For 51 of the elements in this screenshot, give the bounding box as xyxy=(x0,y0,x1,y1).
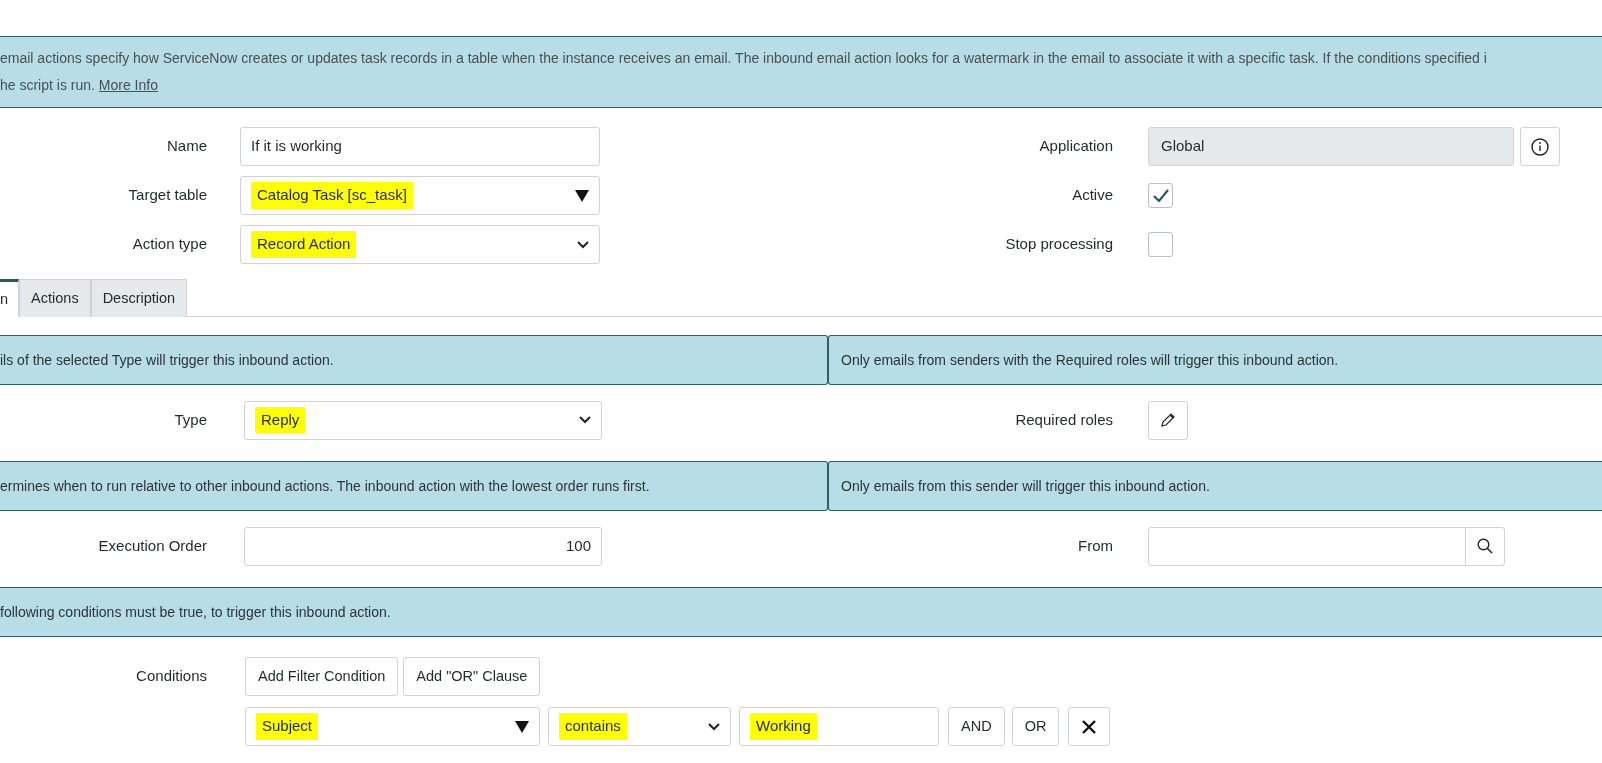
select-field[interactable]: Reply xyxy=(244,400,602,440)
field-select[interactable]: Subject xyxy=(245,707,540,746)
more-info-link[interactable]: More Info xyxy=(98,77,158,93)
info-message: ermines when to run relative to other inbound actions. The inbound action with the lowest order runs first. xyxy=(0,476,650,496)
banner-text: email actions specify how ServiceNow creates or updates task records in a table when the instance receives an email. The inbound email action looks for a watermark in the email to associate it with a specific task. If the conditions specified i he script is run. More Info xyxy=(0,49,1488,95)
info-button[interactable] xyxy=(1520,127,1560,166)
field-label: From xyxy=(1077,535,1113,556)
remove-button[interactable] xyxy=(1068,707,1111,746)
info-icon xyxy=(1531,137,1549,156)
field-label: Execution Order xyxy=(97,535,207,556)
field-label: Stop processing xyxy=(1004,234,1113,255)
lookup-field[interactable] xyxy=(1148,526,1466,566)
filter-button[interactable]: Add "OR" Clause xyxy=(403,657,541,696)
tab[interactable]: n xyxy=(0,279,20,317)
logic-button[interactable]: AND xyxy=(948,707,1005,746)
edit-button[interactable] xyxy=(1148,400,1188,440)
readonly-field: Global xyxy=(1148,127,1514,166)
tab[interactable]: Description xyxy=(90,279,188,317)
reference-field[interactable]: Catalog Task [sc_task] xyxy=(240,176,600,215)
info-message: Only emails from this sender will trigger this inbound action. xyxy=(841,476,1210,496)
field-label: Name xyxy=(166,136,207,157)
checkbox[interactable] xyxy=(1148,232,1173,257)
info-message: following conditions must be true, to trigger this inbound action. xyxy=(0,602,391,622)
number-field[interactable]: 100 xyxy=(244,526,602,566)
field-label: Type xyxy=(173,409,207,430)
field-label: Conditions xyxy=(135,666,207,686)
check-icon xyxy=(1152,189,1169,202)
dropdown-arrow-icon xyxy=(515,720,529,733)
checkbox[interactable] xyxy=(1148,183,1173,208)
text-field[interactable]: If it is working xyxy=(240,127,600,166)
info-message: ils of the selected Type will trigger this inbound action. xyxy=(0,350,334,370)
field-label: Target table xyxy=(127,185,207,206)
chevron-down-icon xyxy=(577,240,589,249)
dropdown-arrow-icon xyxy=(575,189,589,202)
field-label: Action type xyxy=(131,234,207,255)
select-field[interactable]: Record Action xyxy=(240,225,600,264)
tab[interactable]: Actions xyxy=(19,279,91,317)
filter-button[interactable]: Add Filter Condition xyxy=(245,657,399,696)
field-label: Active xyxy=(1071,185,1113,206)
field-label: Required roles xyxy=(1014,409,1113,430)
value-field[interactable]: Working xyxy=(739,707,939,746)
close-icon xyxy=(1081,718,1098,735)
pencil-icon xyxy=(1160,412,1176,428)
operator-select[interactable]: contains xyxy=(548,707,731,746)
field-label: Application xyxy=(1038,136,1113,157)
chevron-down-icon xyxy=(708,722,720,731)
chevron-down-icon xyxy=(579,416,591,424)
logic-button[interactable]: OR xyxy=(1011,707,1060,746)
info-message: Only emails from senders with the Required roles will trigger this inbound action. xyxy=(841,350,1339,370)
search-icon xyxy=(1477,538,1493,554)
search-button[interactable] xyxy=(1465,526,1505,566)
